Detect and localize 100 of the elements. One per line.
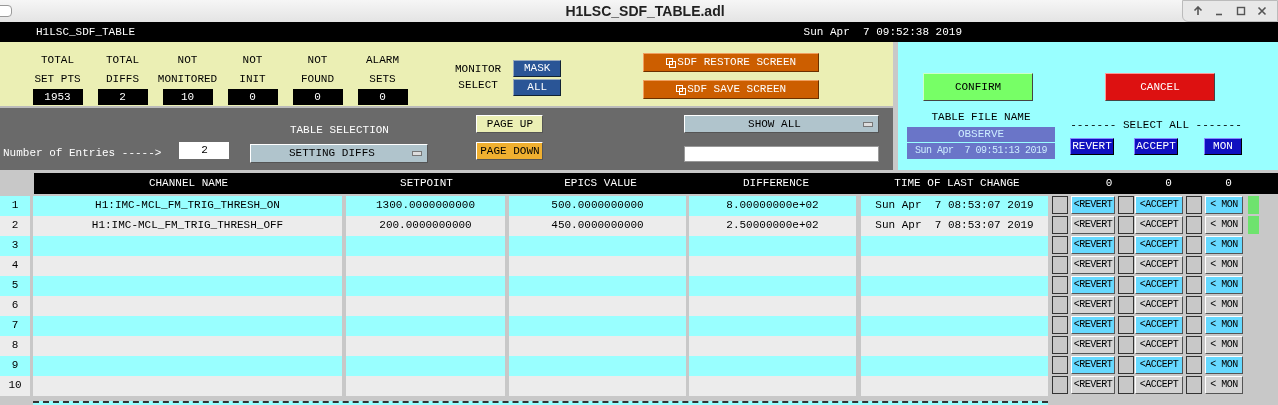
checkbox[interactable]: [1052, 216, 1068, 234]
row-action-button[interactable]: <REVERT: [1071, 376, 1115, 394]
checkbox[interactable]: [1052, 376, 1068, 394]
row-action-button[interactable]: < MON: [1205, 336, 1243, 354]
page-button[interactable]: PAGE DOWN: [476, 142, 544, 160]
checkbox[interactable]: [1186, 236, 1202, 254]
checkbox[interactable]: [1118, 356, 1134, 374]
screen-name: H1LSC_SDF_TABLE: [36, 24, 136, 40]
stat-label: NOT INIT: [239, 53, 266, 87]
checkbox[interactable]: [1052, 316, 1068, 334]
stat-label: NOT FOUND: [301, 53, 334, 87]
select-all-button[interactable]: ACCEPT: [1134, 137, 1178, 155]
column-header: EPICS VALUE: [563, 176, 638, 192]
checkbox[interactable]: [1186, 196, 1202, 214]
checkbox[interactable]: [1118, 316, 1134, 334]
checkbox[interactable]: [1186, 256, 1202, 274]
checkbox[interactable]: [1052, 256, 1068, 274]
checkbox[interactable]: [1186, 356, 1202, 374]
checkbox[interactable]: [1118, 196, 1134, 214]
column-header: DIFFERENCE: [742, 176, 810, 192]
table-cell: H1:IMC-MCL_FM_TRIG_THRESH_OFF: [33, 216, 342, 236]
select-all-button[interactable]: MON: [1204, 137, 1242, 155]
row-action-button[interactable]: <REVERT: [1071, 356, 1115, 374]
row-action-button[interactable]: <REVERT: [1071, 216, 1115, 234]
checkbox[interactable]: [1052, 276, 1068, 294]
row-action-button[interactable]: <ACCEPT: [1135, 236, 1183, 254]
close-icon[interactable]: [1257, 6, 1268, 16]
checkbox[interactable]: [1118, 336, 1134, 354]
checkbox[interactable]: [1118, 376, 1134, 394]
checkbox[interactable]: [1052, 336, 1068, 354]
stat-label: NOT MONITORED: [157, 53, 218, 87]
stat-value: 0: [227, 89, 278, 105]
window-title: H1LSC_SDF_TABLE.adl: [565, 1, 725, 21]
cancel-button[interactable]: CANCEL: [1105, 73, 1215, 101]
row-number: 6: [0, 296, 30, 316]
checkbox[interactable]: [1118, 256, 1134, 274]
confirm-button[interactable]: CONFIRM: [923, 73, 1033, 101]
row-action-button[interactable]: <ACCEPT: [1135, 276, 1183, 294]
row-action-button[interactable]: <REVERT: [1071, 336, 1115, 354]
window-menu-button[interactable]: [0, 5, 12, 17]
page-button[interactable]: PAGE UP: [476, 115, 544, 133]
row-number: 3: [0, 236, 30, 256]
filter-field[interactable]: [684, 146, 880, 162]
row-action-button[interactable]: <REVERT: [1071, 296, 1115, 314]
entries-label: Number of Entries ----->: [3, 146, 162, 161]
table-cell: 8.00000000e+02: [689, 196, 856, 216]
row-action-button[interactable]: <REVERT: [1071, 256, 1115, 274]
monitor-select-button[interactable]: ALL: [513, 79, 562, 96]
row-action-button[interactable]: <REVERT: [1071, 196, 1115, 214]
checkbox[interactable]: [1186, 216, 1202, 234]
row-action-button[interactable]: < MON: [1205, 196, 1243, 214]
row-action-button[interactable]: <ACCEPT: [1135, 316, 1183, 334]
checkbox[interactable]: [1118, 216, 1134, 234]
checkbox[interactable]: [1118, 276, 1134, 294]
checkbox[interactable]: [1186, 336, 1202, 354]
row-action-button[interactable]: <ACCEPT: [1135, 376, 1183, 394]
current-time: Sun Apr 7 09:52:38 2019: [803, 24, 962, 40]
checkbox[interactable]: [1118, 296, 1134, 314]
table-file-name: OBSERVE: [907, 126, 1055, 142]
up-arrow-icon[interactable]: [1192, 6, 1203, 16]
row-number: 2: [0, 216, 30, 236]
row-action-button[interactable]: < MON: [1205, 276, 1243, 294]
select-all-button[interactable]: REVERT: [1070, 137, 1114, 155]
column-header: CHANNEL NAME: [147, 176, 230, 192]
checkbox[interactable]: [1052, 296, 1068, 314]
checkbox[interactable]: [1186, 376, 1202, 394]
row-action-button[interactable]: < MON: [1205, 236, 1243, 254]
row-action-button[interactable]: < MON: [1205, 356, 1243, 374]
row-action-button[interactable]: < MON: [1205, 376, 1243, 394]
row-action-button[interactable]: <REVERT: [1071, 236, 1115, 254]
maximize-icon[interactable]: [1235, 6, 1246, 16]
row-action-button[interactable]: < MON: [1205, 256, 1243, 274]
checkbox[interactable]: [1186, 296, 1202, 314]
table-cell: 500.0000000000: [509, 196, 686, 216]
row-action-button[interactable]: < MON: [1205, 316, 1243, 334]
stat-value: 1953: [32, 89, 83, 105]
filter-dropdown[interactable]: SHOW ALL: [684, 115, 880, 133]
checkbox[interactable]: [1186, 276, 1202, 294]
row-action-button[interactable]: < MON: [1205, 216, 1243, 234]
screen-button[interactable]: SDF SAVE SCREEN: [643, 80, 820, 99]
row-action-button[interactable]: < MON: [1205, 296, 1243, 314]
row-action-button[interactable]: <ACCEPT: [1135, 356, 1183, 374]
table-cell: 2.50000000e+02: [689, 216, 856, 236]
row-action-button[interactable]: <ACCEPT: [1135, 196, 1183, 214]
monitor-select-button[interactable]: MASK: [513, 60, 562, 77]
row-action-button[interactable]: <ACCEPT: [1135, 296, 1183, 314]
row-action-button[interactable]: <REVERT: [1071, 276, 1115, 294]
row-action-button[interactable]: <ACCEPT: [1135, 256, 1183, 274]
checkbox[interactable]: [1186, 316, 1202, 334]
checkbox[interactable]: [1052, 356, 1068, 374]
checkbox[interactable]: [1118, 236, 1134, 254]
row-action-button[interactable]: <ACCEPT: [1135, 336, 1183, 354]
checkbox[interactable]: [1052, 236, 1068, 254]
row-action-button[interactable]: <ACCEPT: [1135, 216, 1183, 234]
copy-icon: [676, 84, 687, 95]
row-number: 4: [0, 256, 30, 276]
row-action-button[interactable]: <REVERT: [1071, 316, 1115, 334]
screen-button[interactable]: SDF RESTORE SCREEN: [643, 53, 820, 72]
table-selection-dropdown[interactable]: SETTING DIFFS: [250, 143, 429, 163]
checkbox[interactable]: [1052, 196, 1068, 214]
